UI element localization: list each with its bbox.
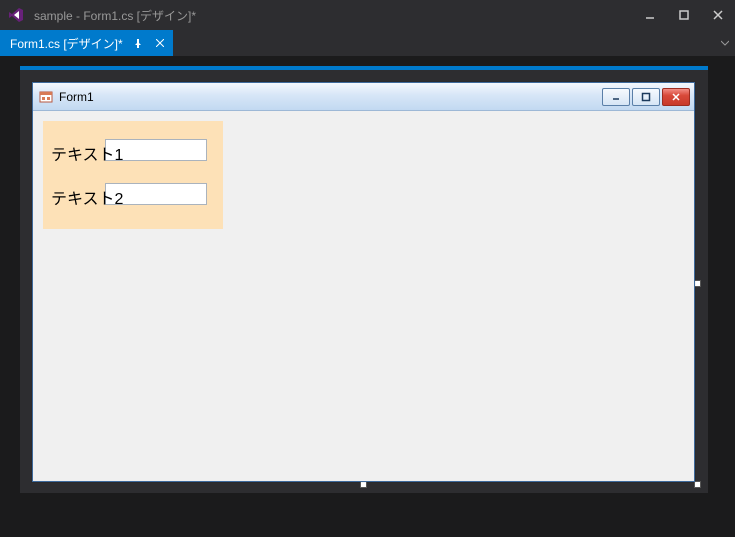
resize-handle-right[interactable] <box>694 280 701 287</box>
close-button[interactable] <box>701 2 735 28</box>
form-maximize-button[interactable] <box>632 88 660 106</box>
tab-form1-designer[interactable]: Form1.cs [デザイン]* <box>0 30 173 56</box>
form-window-controls <box>602 88 694 106</box>
tab-overflow-dropdown[interactable] <box>715 30 735 56</box>
visual-studio-icon <box>6 5 26 25</box>
form-minimize-button[interactable] <box>602 88 630 106</box>
maximize-button[interactable] <box>667 2 701 28</box>
form-close-button[interactable] <box>662 88 690 106</box>
pin-icon[interactable] <box>131 36 145 50</box>
label2-row: テキスト2 <box>51 183 123 211</box>
window-buttons <box>633 2 735 28</box>
window-title: sample - Form1.cs [デザイン]* <box>34 7 633 24</box>
label1-row: テキスト1 <box>51 139 123 167</box>
design-surface[interactable]: Form1 テキス <box>20 66 708 493</box>
form-title: Form1 <box>59 90 602 104</box>
designer-viewport: Form1 テキス <box>0 56 735 537</box>
form-client-area[interactable]: テキスト1 テキスト2 <box>33 111 694 481</box>
minimize-button[interactable] <box>633 2 667 28</box>
form-window[interactable]: Form1 テキス <box>32 82 695 482</box>
form-icon <box>39 90 53 104</box>
panel1[interactable]: テキスト1 テキスト2 <box>43 121 223 229</box>
form-titlebar[interactable]: Form1 <box>33 83 694 111</box>
resize-handle-bottom-right[interactable] <box>694 481 701 488</box>
document-tabstrip: Form1.cs [デザイン]* <box>0 30 735 56</box>
tab-label: Form1.cs [デザイン]* <box>10 35 123 52</box>
label1[interactable]: テキスト1 <box>51 141 123 165</box>
resize-handle-bottom[interactable] <box>360 481 367 488</box>
label2[interactable]: テキスト2 <box>51 185 123 209</box>
vs-titlebar: sample - Form1.cs [デザイン]* <box>0 0 735 30</box>
tab-close-icon[interactable] <box>153 36 167 50</box>
